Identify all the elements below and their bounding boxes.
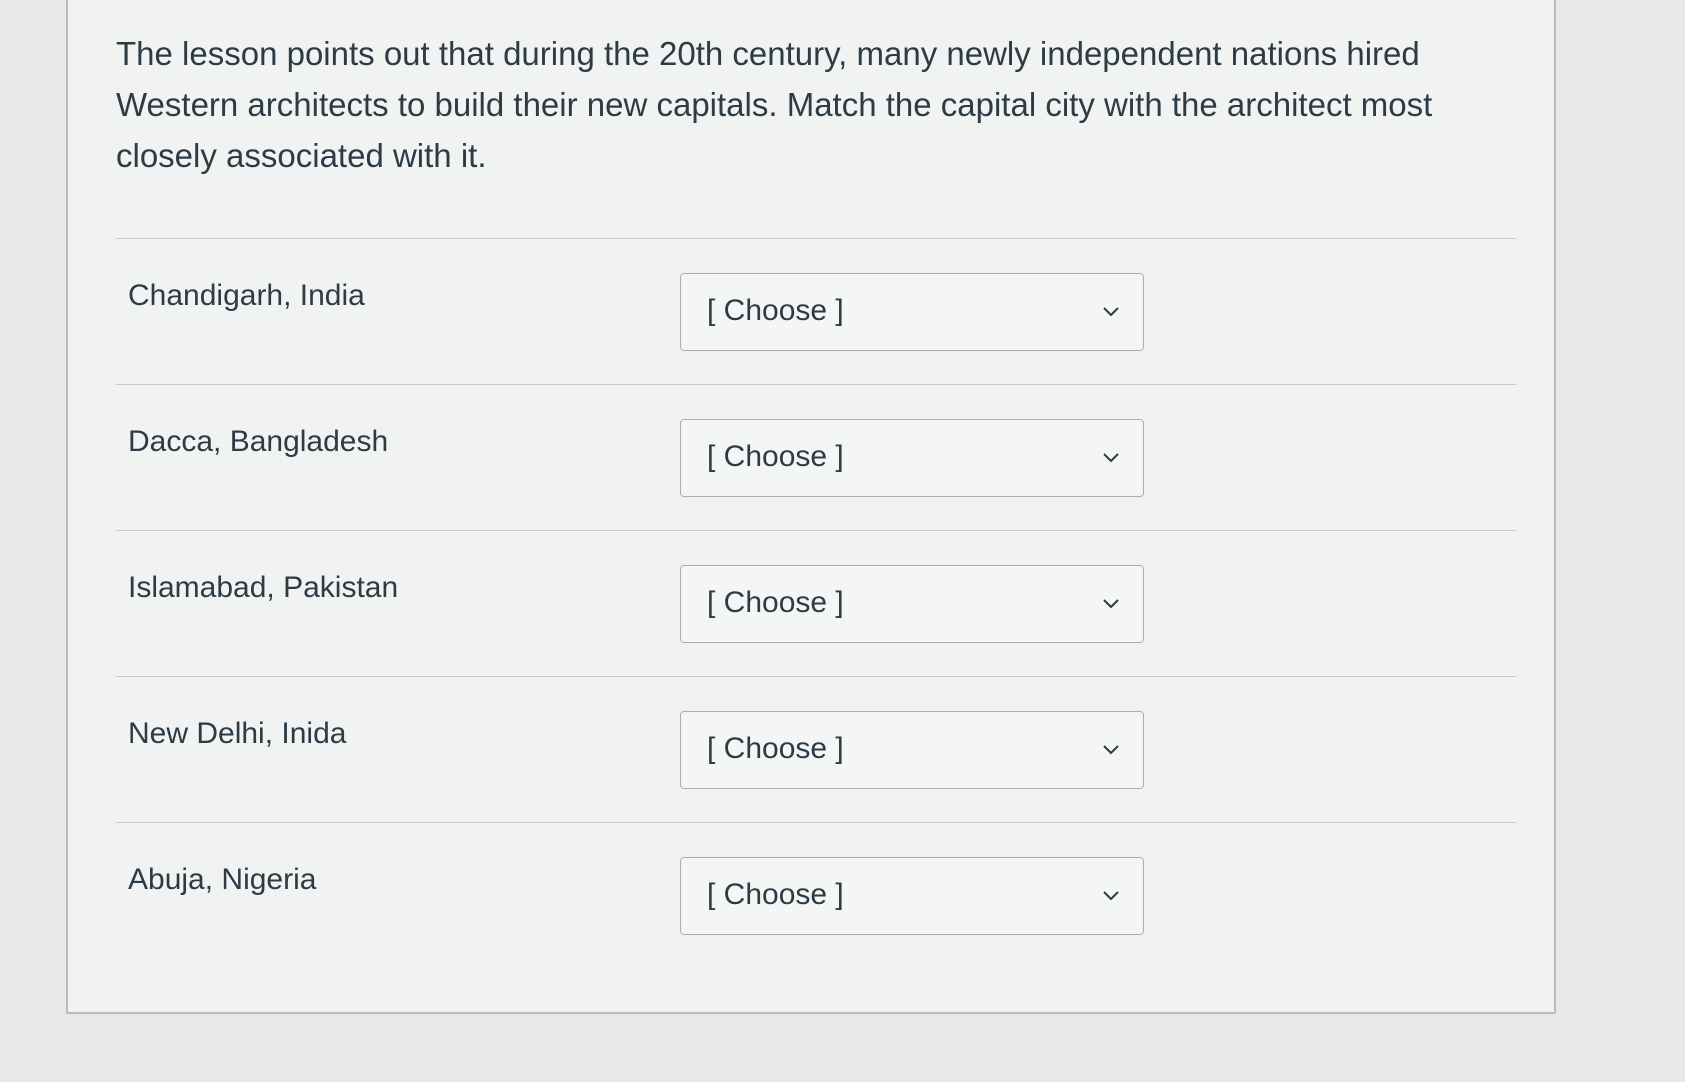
city-label: Abuja, Nigeria	[128, 863, 317, 896]
architect-select[interactable]: [ Choose ]	[680, 565, 1144, 643]
chevron-down-icon	[1103, 453, 1119, 463]
question-panel: The lesson points out that during the 20…	[66, 0, 1556, 1014]
chevron-down-icon	[1103, 891, 1119, 901]
city-label: New Delhi, Inida	[128, 717, 347, 750]
city-label: Dacca, Bangladesh	[128, 425, 389, 458]
city-label: Chandigarh, India	[128, 279, 365, 312]
select-value: [ Choose ]	[707, 878, 844, 911]
match-row-dacca: Dacca, Bangladesh [ Choose ]	[116, 384, 1516, 531]
architect-select[interactable]: [ Choose ]	[680, 273, 1144, 351]
architect-select[interactable]: [ Choose ]	[680, 711, 1144, 789]
city-label: Islamabad, Pakistan	[128, 571, 399, 604]
match-row-abuja: Abuja, Nigeria [ Choose ]	[116, 822, 1516, 969]
architect-select[interactable]: [ Choose ]	[680, 419, 1144, 497]
match-row-new-delhi: New Delhi, Inida [ Choose ]	[116, 676, 1516, 823]
select-value: [ Choose ]	[707, 732, 844, 765]
match-row-islamabad: Islamabad, Pakistan [ Choose ]	[116, 530, 1516, 677]
select-value: [ Choose ]	[707, 294, 844, 327]
match-row-chandigarh: Chandigarh, India [ Choose ]	[116, 238, 1516, 385]
chevron-down-icon	[1103, 745, 1119, 755]
select-value: [ Choose ]	[707, 440, 844, 473]
question-text: The lesson points out that during the 20…	[116, 35, 1433, 174]
chevron-down-icon	[1103, 307, 1119, 317]
architect-select[interactable]: [ Choose ]	[680, 857, 1144, 935]
select-value: [ Choose ]	[707, 586, 844, 619]
chevron-down-icon	[1103, 599, 1119, 609]
